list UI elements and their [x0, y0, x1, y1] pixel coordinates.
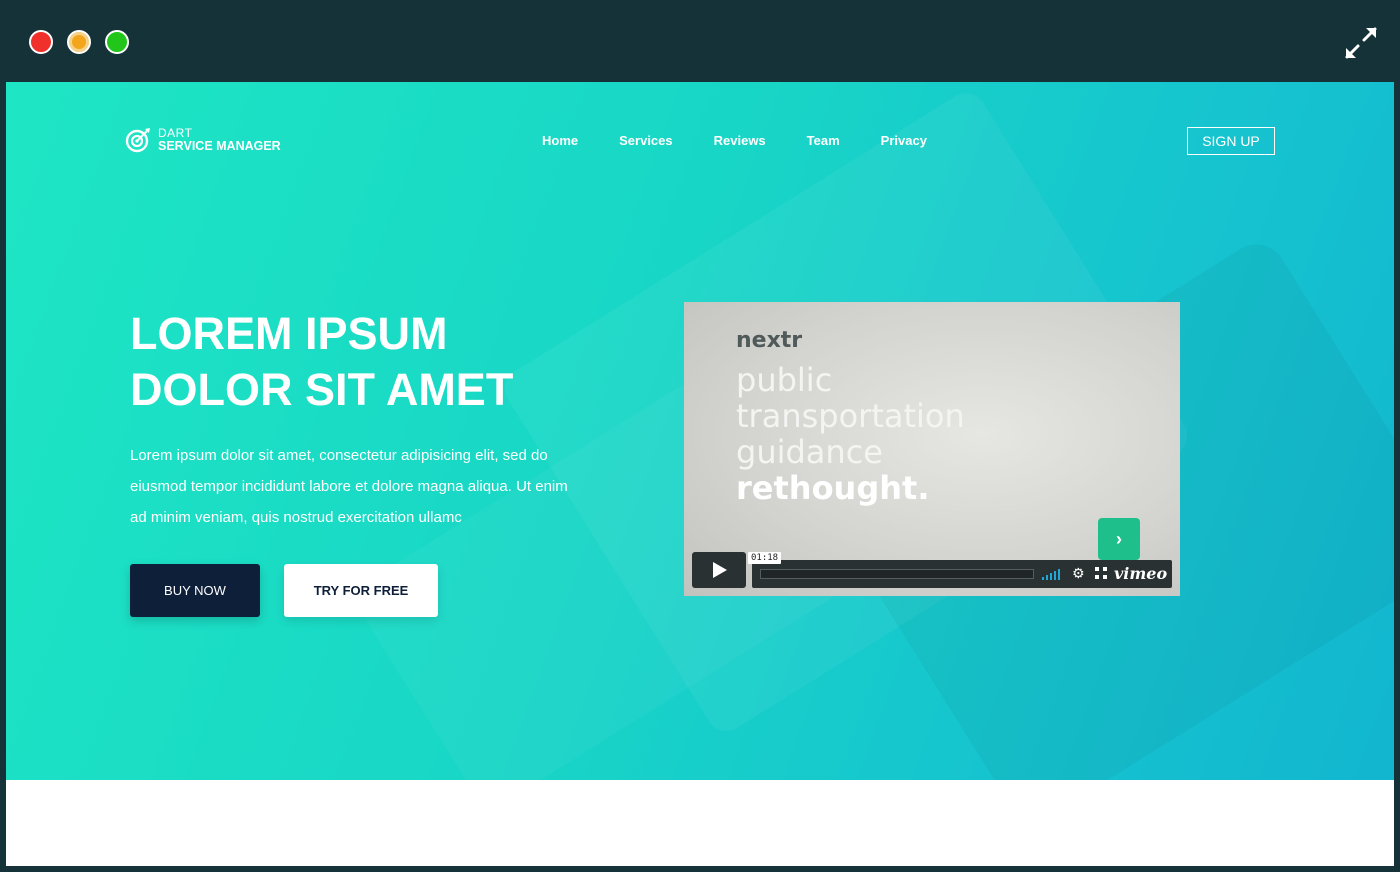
- window-controls: [29, 30, 129, 54]
- page-viewport: DART SERVICE MANAGER Home Services Revie…: [6, 82, 1394, 866]
- expand-icon[interactable]: [1344, 26, 1378, 60]
- nav-item-privacy[interactable]: Privacy: [881, 133, 927, 148]
- hero-description: Lorem ipsum dolor sit amet, consectetur …: [130, 447, 568, 526]
- video-text-line: rethought.: [736, 469, 930, 507]
- try-for-free-button[interactable]: TRY FOR FREE: [284, 564, 438, 617]
- buy-now-button[interactable]: BUY NOW: [130, 564, 260, 617]
- target-icon: [125, 128, 150, 153]
- play-icon: [713, 562, 727, 578]
- video-control-bar: ⚙ vimeo: [752, 560, 1172, 588]
- video-text-line: public: [736, 361, 833, 399]
- logo[interactable]: DART SERVICE MANAGER: [124, 126, 281, 154]
- nav-item-home[interactable]: Home: [542, 133, 578, 148]
- nav-item-team[interactable]: Team: [807, 133, 840, 148]
- logo-line-2: SERVICE MANAGER: [158, 139, 281, 153]
- hero-section: DART SERVICE MANAGER Home Services Revie…: [6, 82, 1394, 780]
- video-progress-track[interactable]: [760, 569, 1034, 579]
- minimize-window-button[interactable]: [67, 30, 91, 54]
- fullscreen-icon[interactable]: [1095, 567, 1107, 579]
- video-badge[interactable]: ›: [1098, 518, 1140, 560]
- maximize-window-button[interactable]: [105, 30, 129, 54]
- headline-line-1: LOREM IPSUM: [130, 308, 448, 359]
- main-nav: Home Services Reviews Team Privacy: [542, 133, 968, 148]
- nav-item-services[interactable]: Services: [619, 133, 673, 148]
- video-text-line: guidance: [736, 433, 883, 471]
- settings-gear-icon[interactable]: ⚙: [1072, 566, 1086, 580]
- video-timestamp: 01:18: [748, 552, 782, 564]
- play-button[interactable]: [692, 552, 746, 588]
- sign-up-button[interactable]: SIGN UP: [1187, 127, 1275, 155]
- headline-line-2: DOLOR SIT AMET: [130, 364, 514, 415]
- nav-item-reviews[interactable]: Reviews: [714, 133, 766, 148]
- vimeo-logo[interactable]: vimeo: [1114, 564, 1167, 583]
- video-brand: nextr: [736, 328, 803, 353]
- hero-headline: LOREM IPSUM DOLOR SIT AMET: [130, 306, 513, 418]
- video-player[interactable]: nextr public transportation guidance ret…: [684, 302, 1180, 596]
- volume-icon[interactable]: [1042, 568, 1062, 580]
- browser-window: DART SERVICE MANAGER Home Services Revie…: [0, 0, 1400, 872]
- video-text-line: transportation: [736, 397, 965, 435]
- close-window-button[interactable]: [29, 30, 53, 54]
